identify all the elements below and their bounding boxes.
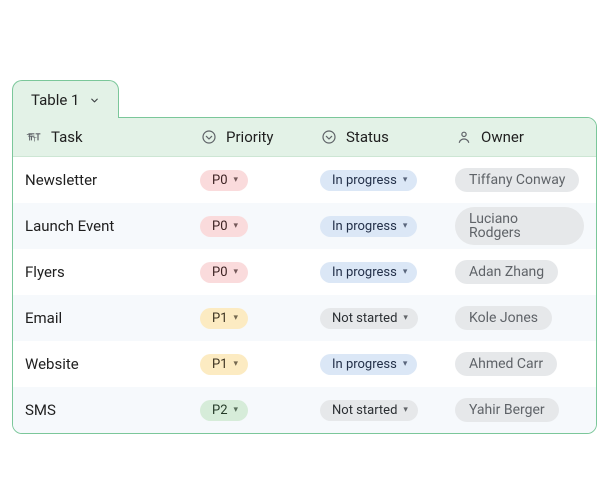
svg-text:T: T [27,132,33,142]
cell-status: In progress ▾ [308,216,443,237]
cell-owner: Yahir Berger [443,398,596,422]
task-text: Launch Event [25,217,114,235]
status-pill-label: Not started [332,312,397,325]
cell-task[interactable]: SMS [13,401,188,419]
caret-down-icon: ▾ [234,176,243,185]
cell-task[interactable]: Launch Event [13,217,188,235]
table-tab[interactable]: Table 1 [12,80,119,118]
svg-text:T: T [33,137,37,144]
column-header-owner-label: Owner [481,128,524,146]
priority-pill[interactable]: P1 ▾ [200,308,248,329]
priority-pill[interactable]: P2 ▾ [200,400,248,421]
caret-down-icon: ▾ [403,314,412,323]
cell-priority: P1 ▾ [188,354,308,375]
priority-pill-label: P0 [212,266,228,279]
task-text: Website [25,355,79,373]
caret-down-icon: ▾ [403,360,412,369]
owner-chip[interactable]: Tiffany Conway [455,168,579,192]
task-text: SMS [25,401,56,419]
caret-down-icon: ▾ [234,268,243,277]
cell-owner: Ahmed Carr [443,352,596,376]
cell-task[interactable]: Newsletter [13,171,188,189]
table-row[interactable]: Website P1 ▾ In progress ▾ Ahmed Carr [13,341,596,387]
status-pill[interactable]: In progress ▾ [320,216,417,237]
cell-task[interactable]: Website [13,355,188,373]
column-header-priority-label: Priority [226,128,273,146]
table-row[interactable]: SMS P2 ▾ Not started ▾ Yahir Berger [13,387,596,433]
cell-priority: P0 ▾ [188,216,308,237]
priority-pill-label: P1 [212,312,228,325]
priority-pill[interactable]: P0 ▾ [200,216,248,237]
caret-down-icon: ▾ [403,222,412,231]
column-header-owner[interactable]: Owner [443,118,596,156]
status-pill-label: In progress [332,174,397,187]
owner-chip[interactable]: Ahmed Carr [455,352,557,376]
text-type-icon: TT [25,128,43,146]
caret-down-icon: ▾ [403,176,412,185]
cell-owner: Adan Zhang [443,260,596,284]
cell-task[interactable]: Flyers [13,263,188,281]
cell-task[interactable]: Email [13,309,188,327]
caret-down-icon: ▾ [403,268,412,277]
dropdown-circle-icon [320,128,338,146]
priority-pill[interactable]: P1 ▾ [200,354,248,375]
cell-priority: P2 ▾ [188,400,308,421]
column-header-status[interactable]: Status [308,118,443,156]
status-pill-label: In progress [332,220,397,233]
person-icon [455,128,473,146]
caret-down-icon: ▾ [234,222,243,231]
data-table: TT Task Priority Status Owner [12,117,597,434]
table-header-row: TT Task Priority Status Owner [13,118,596,157]
cell-owner: Tiffany Conway [443,168,596,192]
task-text: Flyers [25,263,65,281]
cell-priority: P0 ▾ [188,262,308,283]
priority-pill-label: P1 [212,358,228,371]
column-header-status-label: Status [346,128,389,146]
cell-status: Not started ▾ [308,400,443,421]
table-tab-label: Table 1 [31,91,79,109]
caret-down-icon: ▾ [403,406,412,415]
owner-chip[interactable]: Adan Zhang [455,260,558,284]
status-pill-label: In progress [332,266,397,279]
owner-chip[interactable]: Kole Jones [455,306,552,330]
table-row[interactable]: Launch Event P0 ▾ In progress ▾ Luciano Rodge… [13,203,596,249]
status-pill[interactable]: In progress ▾ [320,170,417,191]
status-pill[interactable]: In progress ▾ [320,262,417,283]
task-text: Newsletter [25,171,97,189]
chevron-down-icon [89,95,100,106]
status-pill[interactable]: Not started ▾ [320,308,418,329]
cell-owner: Luciano Rodgers [443,207,596,245]
priority-pill-label: P2 [212,404,228,417]
caret-down-icon: ▾ [234,406,243,415]
priority-pill[interactable]: P0 ▾ [200,262,248,283]
dropdown-circle-icon [200,128,218,146]
priority-pill-label: P0 [212,220,228,233]
cell-owner: Kole Jones [443,306,596,330]
cell-status: In progress ▾ [308,170,443,191]
table-row[interactable]: Flyers P0 ▾ In progress ▾ Adan Zhang [13,249,596,295]
status-pill-label: In progress [332,358,397,371]
caret-down-icon: ▾ [234,314,243,323]
column-header-task[interactable]: TT Task [13,118,188,156]
task-text: Email [25,309,62,327]
cell-status: In progress ▾ [308,354,443,375]
cell-priority: P0 ▾ [188,170,308,191]
status-pill[interactable]: In progress ▾ [320,354,417,375]
priority-pill[interactable]: P0 ▾ [200,170,248,191]
status-pill-label: Not started [332,404,397,417]
status-pill[interactable]: Not started ▾ [320,400,418,421]
priority-pill-label: P0 [212,174,228,187]
table-row[interactable]: Email P1 ▾ Not started ▾ Kole Jones [13,295,596,341]
owner-chip[interactable]: Yahir Berger [455,398,559,422]
cell-status: Not started ▾ [308,308,443,329]
column-header-task-label: Task [51,128,83,146]
caret-down-icon: ▾ [234,360,243,369]
cell-status: In progress ▾ [308,262,443,283]
table-row[interactable]: Newsletter P0 ▾ In progress ▾ Tiffany Conway [13,157,596,203]
column-header-priority[interactable]: Priority [188,118,308,156]
cell-priority: P1 ▾ [188,308,308,329]
owner-chip[interactable]: Luciano Rodgers [455,207,584,245]
